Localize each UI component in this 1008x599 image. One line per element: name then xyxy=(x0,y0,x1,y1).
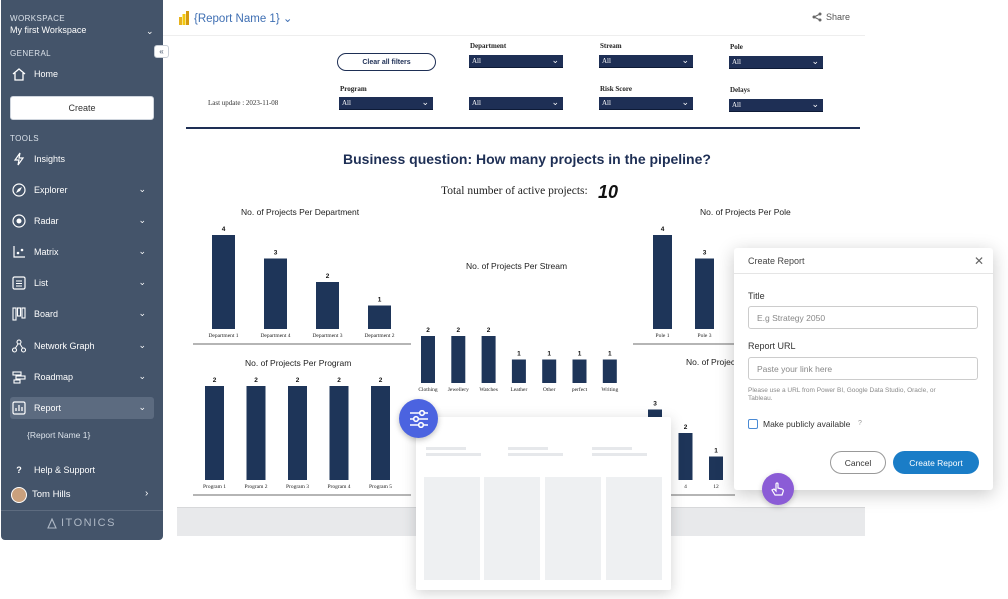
chart-1-bar-4 xyxy=(542,359,557,383)
filter-settings-button[interactable] xyxy=(399,399,438,438)
chart-4-value-label-0: 3 xyxy=(653,401,657,408)
chart-1-bar-1 xyxy=(451,336,466,383)
chart-4-tick-label-2: 12 xyxy=(713,484,719,490)
create-report-button[interactable]: Create Report xyxy=(893,451,979,474)
chart-2-value-label-4: 2 xyxy=(379,377,383,384)
chart-1-bar-0 xyxy=(421,336,435,383)
chart-3-bar-1 xyxy=(695,258,714,329)
close-icon[interactable]: ✕ xyxy=(974,254,984,268)
chart-3-value-label-1: 3 xyxy=(703,250,707,257)
help-icon[interactable]: ? xyxy=(858,420,862,427)
chart-1-bar-5 xyxy=(572,359,587,383)
chart-2-bar-1 xyxy=(246,386,266,480)
chart-0-bar-0 xyxy=(212,235,235,329)
chart-2-bar-4 xyxy=(371,386,390,480)
chart-0-value-label-1: 3 xyxy=(274,250,278,257)
title-input[interactable]: E.g Strategy 2050 xyxy=(748,306,978,329)
hand-pointer-icon xyxy=(762,473,794,505)
chart-2-value-label-3: 2 xyxy=(337,377,341,384)
chart-2-bar-3 xyxy=(329,386,349,480)
chart-2-value-label-0: 2 xyxy=(213,377,217,384)
chart-1-bar-2 xyxy=(481,336,496,383)
divider xyxy=(734,273,993,274)
cancel-button[interactable]: Cancel xyxy=(830,451,886,474)
title-label: Title xyxy=(748,291,765,301)
chart-3-value-label-0: 4 xyxy=(661,226,665,233)
chart-1-tick-label-5: perfect xyxy=(572,386,588,393)
url-help-text: Please use a URL from Power BI, Google D… xyxy=(748,387,936,402)
chart-1-value-label-2: 2 xyxy=(487,327,491,334)
chart-0-bar-3 xyxy=(368,305,391,329)
chart-1-bar-3 xyxy=(511,359,526,383)
chart-4-value-label-1: 2 xyxy=(684,424,688,431)
chart-2-tick-label-1: Program 2 xyxy=(244,484,267,490)
chart-3-bar-0 xyxy=(653,235,672,329)
chart-1-bar-6 xyxy=(602,359,617,383)
chart-1-value-label-5: 1 xyxy=(578,351,582,358)
chart-0-bar-2 xyxy=(316,282,339,329)
chart-1-value-label-4: 1 xyxy=(547,351,551,358)
chart-2-bar-2 xyxy=(288,386,307,480)
chart-4-tick-label-1: 4 xyxy=(684,484,687,490)
chart-2-value-label-1: 2 xyxy=(254,377,258,384)
chart-1-tick-label-2: Watches xyxy=(479,387,498,393)
collapse-sidebar-button[interactable]: « xyxy=(154,45,169,58)
chart-4-bar-2 xyxy=(709,456,723,480)
chart-2-tick-label-0: Program 1 xyxy=(203,484,226,490)
chart-4-bar-1 xyxy=(678,433,693,480)
url-label: Report URL xyxy=(748,341,796,351)
chart-2-tick-label-4: Program 5 xyxy=(369,484,392,490)
chart-1-value-label-1: 2 xyxy=(456,327,460,334)
chart-2-bar-0 xyxy=(205,386,224,480)
chart-0-tick-label-3: Department 2 xyxy=(364,333,394,339)
chart-0-value-label-2: 2 xyxy=(326,273,330,280)
chart-1-value-label-6: 1 xyxy=(608,351,612,358)
create-report-dialog: Create Report ✕ Title E.g Strategy 2050 … xyxy=(734,248,993,490)
chart-0-tick-label-1: Department 4 xyxy=(260,333,290,339)
chart-0-tick-label-0: Department 1 xyxy=(208,333,238,339)
chart-0-bar-1 xyxy=(264,258,287,329)
loading-skeleton-card xyxy=(416,417,671,590)
chart-1-value-label-3: 1 xyxy=(517,351,521,358)
chart-1-tick-label-0: Clothing xyxy=(418,387,438,393)
chart-0-value-label-3: 1 xyxy=(378,297,382,304)
chart-0-value-label-0: 4 xyxy=(222,226,226,233)
dialog-title: Create Report xyxy=(748,256,805,266)
chart-1-tick-label-6: Writing xyxy=(601,387,618,393)
public-label: Make publicly available xyxy=(763,419,851,429)
public-checkbox[interactable] xyxy=(748,419,758,429)
chart-3-tick-label-1: Pole 3 xyxy=(698,333,712,339)
chart-4-value-label-2: 1 xyxy=(714,448,718,455)
chart-1-tick-label-1: Jewellery xyxy=(448,387,469,393)
chart-0-tick-label-2: Department 3 xyxy=(312,333,342,339)
chart-1-value-label-0: 2 xyxy=(426,327,430,334)
sliders-icon xyxy=(409,409,428,428)
chart-2-tick-label-3: Program 4 xyxy=(327,484,350,490)
url-input[interactable]: Paste your link here xyxy=(748,357,978,380)
chart-1-tick-label-3: Leather xyxy=(511,387,528,393)
chart-3-tick-label-0: Pole 1 xyxy=(656,333,670,339)
chart-2-tick-label-2: Program 3 xyxy=(286,484,309,490)
chart-1-tick-label-4: Other xyxy=(543,387,556,393)
chart-2-value-label-2: 2 xyxy=(296,377,300,384)
